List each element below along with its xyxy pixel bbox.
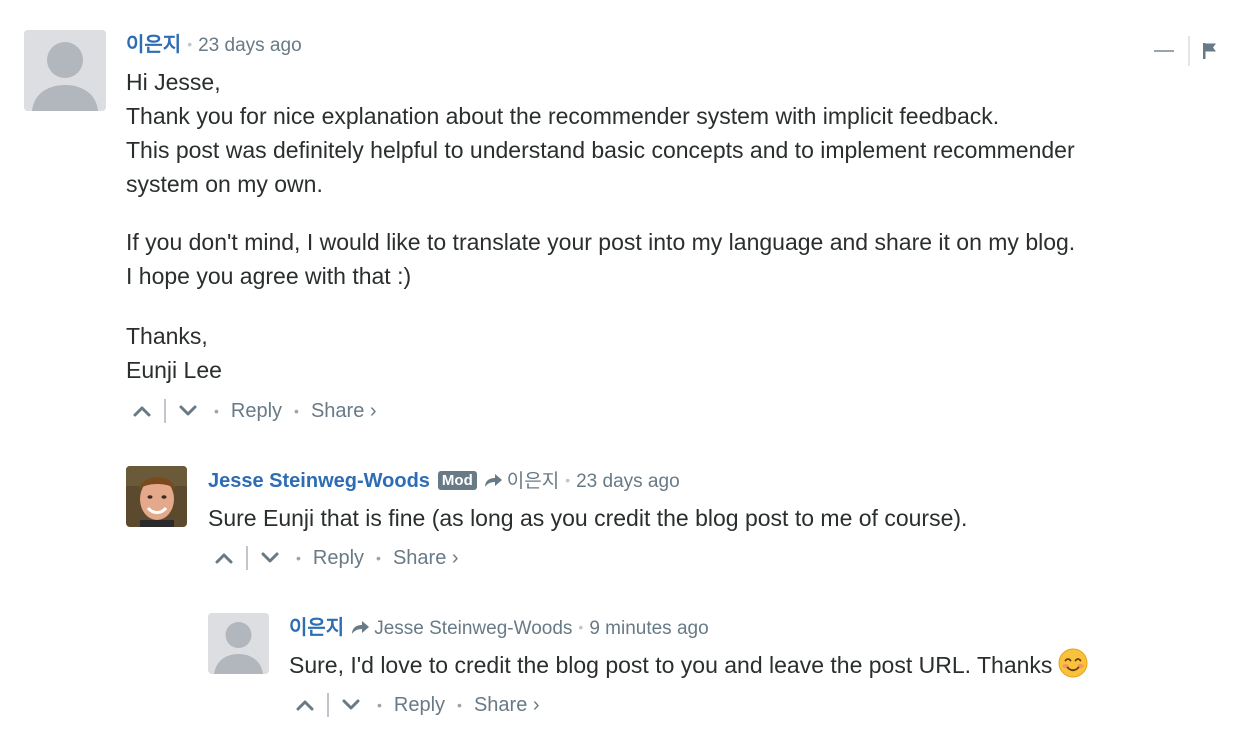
reply-button[interactable]: Reply (313, 547, 364, 570)
separator-dot: • (565, 472, 571, 488)
collapse-icon[interactable] (1154, 50, 1174, 52)
timestamp[interactable]: 23 days ago (198, 35, 302, 56)
upvote-icon[interactable] (128, 398, 156, 424)
comment-line: Sure, I'd love to credit the blog post t… (289, 652, 1053, 678)
separator-dot: • (296, 550, 301, 566)
comment-footer: • Reply • Share › (291, 692, 540, 718)
separator-dot: • (457, 697, 462, 713)
comment-line: Sure Eunji that is fine (as long as you … (208, 505, 968, 531)
comment-line: system on my own. (126, 171, 323, 197)
separator-dot: • (376, 550, 381, 566)
upvote-icon[interactable] (291, 692, 319, 718)
comment-footer: • Reply • Share › (128, 398, 377, 424)
comment-body: Hi Jesse, Thank you for nice explanation… (126, 65, 1236, 387)
controls-divider (1188, 36, 1190, 66)
timestamp[interactable]: 23 days ago (576, 471, 680, 492)
comment-line: Thank you for nice explanation about the… (126, 103, 1000, 129)
upvote-icon[interactable] (210, 545, 238, 571)
comment-paragraph: Hi Jesse, Thank you for nice explanation… (126, 65, 1236, 201)
downvote-icon[interactable] (174, 398, 202, 424)
vote-divider (327, 693, 329, 717)
separator-dot: • (214, 403, 219, 419)
comment-line: I hope you agree with that :) (126, 263, 412, 289)
author-name[interactable]: 이은지 (289, 617, 344, 639)
user-photo-avatar[interactable] (126, 466, 187, 527)
comment-body: Sure, I'd love to credit the blog post t… (289, 648, 1239, 682)
mod-badge: Mod (437, 471, 477, 490)
share-button[interactable]: Share › (311, 400, 377, 423)
separator-dot: • (294, 403, 299, 419)
comment-line: If you don't mind, I would like to trans… (126, 229, 1076, 255)
comment-paragraph: If you don't mind, I would like to trans… (126, 225, 1236, 293)
default-avatar-icon[interactable] (208, 613, 269, 674)
downvote-icon[interactable] (337, 692, 365, 718)
vote-divider (246, 546, 248, 570)
separator-dot: • (377, 697, 382, 713)
comment-header: 이은지 Jesse Steinweg-Woods • 9 minutes ago (289, 616, 709, 641)
smiling-face-emoji (1058, 648, 1088, 678)
share-button[interactable]: Share › (474, 694, 540, 717)
comment-line: Hi Jesse, (126, 69, 221, 95)
comment-footer: • Reply • Share › (210, 545, 459, 571)
reply-button[interactable]: Reply (231, 400, 282, 423)
reply-to-author[interactable]: Jesse Steinweg-Woods (374, 618, 572, 639)
separator-dot: • (578, 619, 584, 635)
comment-controls (1154, 36, 1218, 66)
reply-to-author[interactable]: 이은지 (507, 471, 559, 492)
downvote-icon[interactable] (256, 545, 284, 571)
reply-button[interactable]: Reply (394, 694, 445, 717)
separator-dot: • (187, 36, 193, 52)
timestamp[interactable]: 9 minutes ago (589, 618, 708, 639)
author-name[interactable]: Jesse Steinweg-Woods (208, 470, 430, 492)
vote-divider (164, 399, 166, 423)
reply-arrow-icon (352, 621, 370, 634)
reply-arrow-icon (484, 474, 502, 487)
comment-paragraph: Sure, I'd love to credit the blog post t… (289, 648, 1239, 682)
comment-header: 이은지 • 23 days ago (126, 33, 302, 58)
comment-paragraph: Thanks, Eunji Lee (126, 319, 1236, 387)
default-avatar-icon[interactable] (24, 30, 106, 111)
share-button[interactable]: Share › (393, 547, 459, 570)
comment-header: Jesse Steinweg-Woods Mod 이은지 • 23 days ago (208, 469, 680, 494)
comment-body: Sure Eunji that is fine (as long as you … (208, 501, 1228, 535)
comment-line: This post was definitely helpful to unde… (126, 137, 1075, 163)
flag-icon[interactable] (1202, 42, 1218, 60)
comment-line: Eunji Lee (126, 357, 222, 383)
comment-line: Thanks, (126, 323, 208, 349)
author-name[interactable]: 이은지 (126, 34, 181, 56)
